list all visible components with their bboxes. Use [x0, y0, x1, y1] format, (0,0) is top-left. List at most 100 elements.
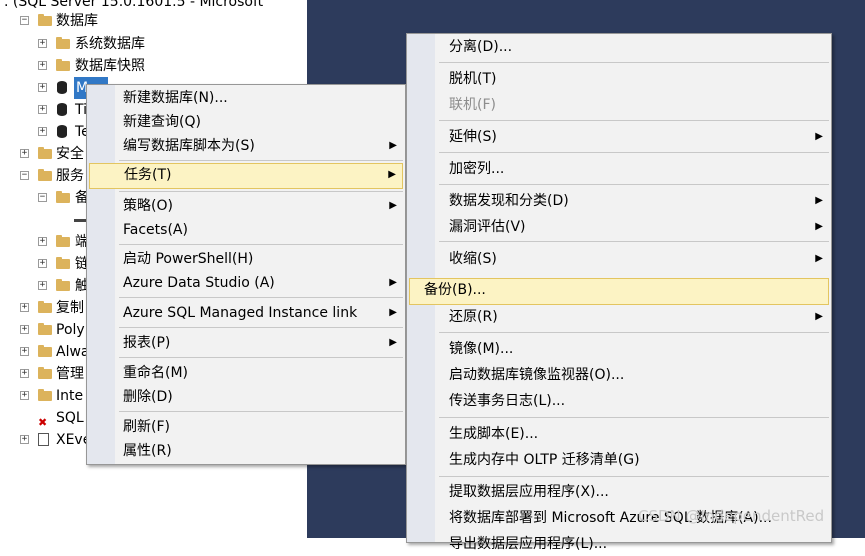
tree-node-label: 服务	[56, 168, 84, 184]
menu-item-tasks[interactable]: 任务(T) ▶	[89, 163, 403, 189]
menu-item-label: 漏洞评估(V)	[449, 219, 526, 235]
menu-item-restore[interactable]: 还原(R) ▶	[409, 305, 829, 329]
expand-icon[interactable]: +	[20, 303, 29, 312]
expand-icon[interactable]: +	[20, 391, 29, 400]
expand-icon[interactable]: +	[20, 325, 29, 334]
menu-item-azure-data-studio[interactable]: Azure Data Studio (A) ▶	[89, 271, 403, 295]
database-context-menu: 新建数据库(N)... 新建查询(Q) 编写数据库脚本为(S) ▶ 任务(T) ▶ …	[86, 84, 406, 465]
menu-item-label: 分离(D)...	[449, 39, 513, 55]
menu-item-label: 收缩(S)	[449, 251, 497, 267]
menu-separator	[119, 191, 403, 192]
menu-item-label: 任务(T)	[124, 167, 172, 183]
menu-item-azure-mi-link[interactable]: Azure SQL Managed Instance link ▶	[89, 301, 403, 325]
menu-item-label: 报表(P)	[123, 335, 171, 351]
tree-node-snapshots[interactable]: + 数据库快照	[0, 55, 307, 77]
menu-item-log-shipping[interactable]: 传送事务日志(L)...	[409, 389, 829, 413]
menu-item-data-classification[interactable]: 数据发现和分类(D) ▶	[409, 189, 829, 213]
menu-item-mirroring-monitor[interactable]: 启动数据库镜像监视器(O)...	[409, 363, 829, 387]
menu-item-label: 导出数据层应用程序(L)...	[449, 536, 608, 552]
collapse-icon[interactable]: −	[38, 193, 47, 202]
menu-item-properties[interactable]: 属性(R)	[89, 439, 403, 463]
menu-item-vulnerability-assessment[interactable]: 漏洞评估(V) ▶	[409, 215, 829, 239]
menu-item-label: 生成内存中 OLTP 迁移清单(G)	[449, 452, 640, 468]
tasks-submenu: 分离(D)... 脱机(T) 联机(F) 延伸(S) ▶ 加密列... 数据发现和…	[406, 33, 832, 552]
expand-icon[interactable]: +	[38, 83, 47, 92]
menu-item-rename[interactable]: 重命名(M)	[89, 361, 403, 385]
menu-separator	[439, 120, 829, 121]
menu-item-label: 启动数据库镜像监视器(O)...	[449, 367, 625, 383]
expand-icon[interactable]: +	[38, 39, 47, 48]
menu-separator	[119, 160, 403, 161]
folder-icon	[56, 37, 70, 49]
menu-item-export-data-tier[interactable]: 导出数据层应用程序(L)...	[409, 532, 829, 556]
menu-item-script-database[interactable]: 编写数据库脚本为(S) ▶	[89, 134, 403, 158]
menu-item-label: 新建数据库(N)...	[123, 90, 228, 106]
menu-item-new-query[interactable]: 新建查询(Q)	[89, 110, 403, 134]
menu-item-oltp-checklist[interactable]: 生成内存中 OLTP 迁移清单(G)	[409, 448, 829, 472]
submenu-arrow-icon: ▶	[389, 200, 397, 211]
menu-item-label: 编写数据库脚本为(S)	[123, 138, 255, 154]
expand-icon[interactable]: +	[38, 105, 47, 114]
folder-icon	[38, 147, 52, 159]
menu-item-generate-scripts[interactable]: 生成脚本(E)...	[409, 422, 829, 446]
menu-item-label: 策略(O)	[123, 198, 173, 214]
menu-item-shrink[interactable]: 收缩(S) ▶	[409, 247, 829, 271]
menu-item-detach[interactable]: 分离(D)...	[409, 35, 829, 59]
expand-icon[interactable]: +	[20, 435, 29, 444]
menu-item-backup[interactable]: 备份(B)...	[409, 278, 829, 305]
menu-item-policies[interactable]: 策略(O) ▶	[89, 194, 403, 218]
collapse-icon[interactable]: −	[20, 16, 29, 25]
folder-icon	[38, 301, 52, 313]
menu-item-label: 备份(B)...	[424, 282, 486, 298]
submenu-arrow-icon: ▶	[388, 169, 396, 180]
menu-item-powershell[interactable]: 启动 PowerShell(H)	[89, 247, 403, 271]
menu-item-facets[interactable]: Facets(A)	[89, 218, 403, 242]
menu-item-label: 重命名(M)	[123, 365, 189, 381]
menu-separator	[439, 476, 829, 477]
expand-icon[interactable]: +	[20, 369, 29, 378]
expand-icon[interactable]: +	[38, 281, 47, 290]
folder-icon	[38, 323, 52, 335]
expand-icon[interactable]: +	[38, 61, 47, 70]
menu-item-label: 启动 PowerShell(H)	[123, 251, 254, 267]
menu-item-label: 加密列...	[449, 161, 505, 177]
tree-node-label: SQL	[56, 410, 84, 426]
menu-item-mirror[interactable]: 镜像(M)...	[409, 337, 829, 361]
menu-item-label: 新建查询(Q)	[123, 114, 201, 130]
menu-item-label: 数据发现和分类(D)	[449, 193, 569, 209]
menu-separator	[439, 152, 829, 153]
tree-node-system-databases[interactable]: + 系统数据库	[0, 33, 307, 55]
collapse-icon[interactable]: −	[20, 171, 29, 180]
menu-separator	[439, 184, 829, 185]
tape-icon	[74, 219, 86, 222]
watermark-text: CSDN @IndependentRed	[638, 507, 825, 525]
expand-icon[interactable]: +	[38, 259, 47, 268]
menu-item-extract-data-tier[interactable]: 提取数据层应用程序(X)...	[409, 480, 829, 504]
menu-item-refresh[interactable]: 刷新(F)	[89, 415, 403, 439]
menu-item-reports[interactable]: 报表(P) ▶	[89, 331, 403, 355]
server-node-label[interactable]: . (SQL Server 15.0.1601.5 - Microsoft	[4, 0, 263, 10]
expand-icon[interactable]: +	[38, 237, 47, 246]
tree-node-databases[interactable]: − 数据库	[0, 10, 307, 32]
expand-icon[interactable]: +	[38, 127, 47, 136]
menu-item-bring-online: 联机(F)	[409, 93, 829, 117]
expand-icon[interactable]: +	[20, 347, 29, 356]
menu-item-new-database[interactable]: 新建数据库(N)...	[89, 86, 403, 110]
menu-item-label: 属性(R)	[123, 443, 172, 459]
menu-separator	[439, 417, 829, 418]
tree-node-label: 系统数据库	[75, 36, 145, 52]
submenu-arrow-icon: ▶	[815, 221, 823, 232]
submenu-arrow-icon: ▶	[815, 195, 823, 206]
tree-node-label: 安全	[56, 146, 84, 162]
expand-icon[interactable]: +	[20, 149, 29, 158]
menu-item-stretch[interactable]: 延伸(S) ▶	[409, 125, 829, 149]
menu-item-label: Azure Data Studio (A)	[123, 275, 275, 291]
menu-item-take-offline[interactable]: 脱机(T)	[409, 67, 829, 91]
menu-item-delete[interactable]: 删除(D)	[89, 385, 403, 409]
folder-icon	[56, 191, 70, 203]
folder-icon	[38, 389, 52, 401]
menu-item-label: 生成脚本(E)...	[449, 426, 539, 442]
database-icon	[57, 103, 67, 116]
menu-item-label: 传送事务日志(L)...	[449, 393, 566, 409]
menu-item-encrypt-columns[interactable]: 加密列...	[409, 157, 829, 181]
